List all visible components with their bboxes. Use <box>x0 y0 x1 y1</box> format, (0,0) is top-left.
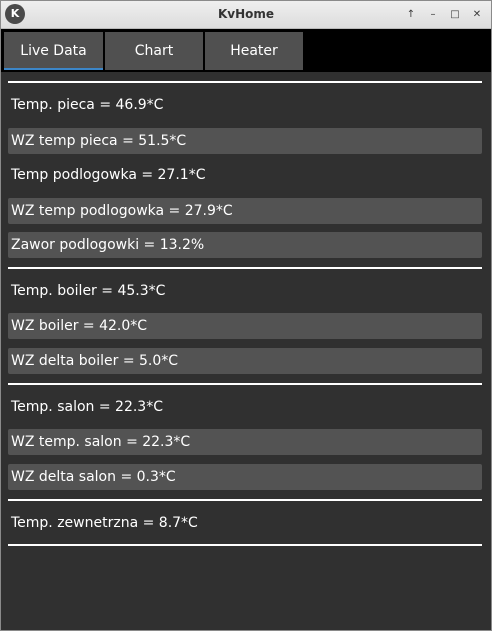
section-divider <box>8 383 482 385</box>
minimize-icon[interactable]: – <box>426 8 440 22</box>
wz-temp-pieca-field[interactable]: WZ temp pieca = 51.5*C <box>8 128 482 154</box>
section-divider <box>8 544 482 546</box>
tab-strip: Live Data Chart Heater details <box>1 29 491 97</box>
wz-delta-boiler-field[interactable]: WZ delta boiler = 5.0*C <box>8 348 482 374</box>
live-data-panel: Temp. pieca = 46.9*C WZ temp pieca = 51.… <box>1 72 491 630</box>
temp-zewnetrzna-label: Temp. zewnetrzna = 8.7*C <box>11 515 198 531</box>
wz-temp-podlogowka-field[interactable]: WZ temp podlogowka = 27.9*C <box>8 198 482 224</box>
active-tab-indicator <box>4 68 103 70</box>
title-bar[interactable]: K KvHome ↑ – □ ✕ <box>1 1 491 29</box>
wz-temp-salon-field[interactable]: WZ temp. salon = 22.3*C <box>8 429 482 455</box>
temp-podlogowka-label: Temp podlogowka = 27.1*C <box>11 167 206 183</box>
close-icon[interactable]: ✕ <box>470 8 484 22</box>
section-divider <box>8 499 482 501</box>
section-divider <box>8 81 482 83</box>
temp-boiler-label: Temp. boiler = 45.3*C <box>11 283 166 299</box>
wz-delta-salon-field[interactable]: WZ delta salon = 0.3*C <box>8 464 482 490</box>
wz-boiler-field[interactable]: WZ boiler = 42.0*C <box>8 313 482 339</box>
app-window: K KvHome ↑ – □ ✕ Live Data Chart Heater … <box>0 0 492 631</box>
keep-above-icon[interactable]: ↑ <box>404 8 418 22</box>
tab-chart[interactable]: Chart <box>105 32 203 70</box>
zawor-podlogowki-field[interactable]: Zawor podlogowki = 13.2% <box>8 232 482 258</box>
maximize-icon[interactable]: □ <box>448 8 462 22</box>
tab-live-data[interactable]: Live Data <box>4 32 103 70</box>
temp-pieca-label: Temp. pieca = 46.9*C <box>11 97 164 113</box>
tab-heater-details[interactable]: Heater details <box>205 32 303 97</box>
section-divider <box>8 267 482 269</box>
temp-salon-label: Temp. salon = 22.3*C <box>11 399 163 415</box>
